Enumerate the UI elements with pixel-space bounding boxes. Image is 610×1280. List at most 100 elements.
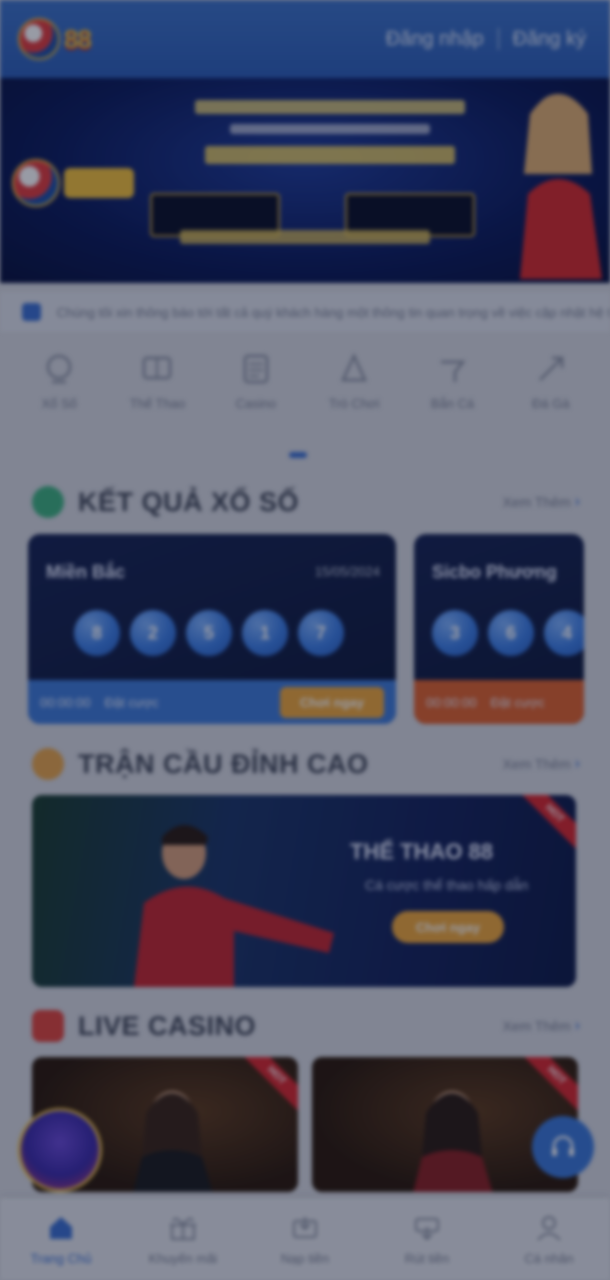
casino-card[interactable]: HOT bbox=[312, 1057, 578, 1192]
banner-title bbox=[205, 146, 455, 164]
register-button[interactable]: Đăng ký bbox=[513, 28, 586, 51]
quick-item-label: Casino bbox=[235, 396, 277, 411]
nav-label: Trang Chủ bbox=[30, 1250, 92, 1266]
site-logo[interactable]: 88 bbox=[18, 18, 92, 60]
deposit-icon bbox=[293, 1216, 317, 1238]
top-header: 88 Đăng nhập Đăng ký bbox=[0, 0, 610, 78]
lottery-ball: 2 bbox=[130, 610, 176, 656]
nav-label: Khuyến mãi bbox=[148, 1250, 218, 1266]
logo-ball-icon bbox=[18, 18, 60, 60]
auth-divider bbox=[497, 28, 499, 50]
section-title: LIVE CASINO bbox=[78, 1010, 257, 1041]
live-casino-icon bbox=[32, 1010, 64, 1042]
casino-see-more-link[interactable]: Xem Thêm › bbox=[502, 1017, 580, 1035]
lottery-name: Sicbo Phương bbox=[432, 562, 557, 582]
fish-icon bbox=[441, 360, 467, 382]
floating-promo-button[interactable] bbox=[18, 1108, 102, 1192]
banner-caption bbox=[180, 230, 430, 244]
lottery-icon bbox=[46, 354, 72, 384]
quick-item-fish[interactable]: Bắn Cá bbox=[407, 352, 497, 432]
casino-section-header: LIVE CASINO Xem Thêm › bbox=[32, 1006, 580, 1046]
bottom-navigation: Trang Chủ Khuyến mãi Nạp tiền Rút tiền C… bbox=[0, 1198, 610, 1280]
cock-icon bbox=[538, 356, 564, 381]
quick-item-lottery[interactable]: Xổ Số bbox=[14, 352, 104, 432]
lottery-name: Miền Bắc bbox=[46, 562, 126, 582]
sports-play-button[interactable]: Chơi ngay bbox=[392, 911, 504, 943]
sports-banner[interactable]: THỂ THAO 88 Cá cược thể thao hấp dẫn Chơ… bbox=[32, 795, 576, 987]
banner-logo-mark bbox=[64, 168, 134, 198]
lottery-bet-label: Đặt cược bbox=[104, 694, 159, 710]
game-icon bbox=[341, 352, 368, 382]
lottery-date: 15/05/2024 bbox=[314, 564, 380, 579]
quick-item-cock[interactable]: Đá Gà bbox=[506, 352, 596, 432]
lottery-ball: 7 bbox=[298, 610, 344, 656]
lottery-ball: 8 bbox=[74, 610, 120, 656]
chevron-right-icon: › bbox=[574, 493, 580, 510]
page: 88 Đăng nhập Đăng ký Chúng tôi xin thông… bbox=[0, 0, 610, 1280]
chevron-right-icon: › bbox=[574, 1017, 580, 1034]
hot-ribbon: HOT bbox=[521, 1057, 578, 1111]
lottery-card-footer: 00:00:00 Đặt cược bbox=[414, 680, 584, 724]
lottery-ball: 3 bbox=[432, 610, 478, 656]
chevron-right-icon: › bbox=[574, 755, 580, 772]
quick-item-label: Bắn Cá bbox=[430, 396, 475, 411]
quick-item-label: Đá Gà bbox=[532, 396, 570, 411]
quick-item-sport[interactable]: Thể Thao bbox=[112, 352, 202, 432]
see-more-label: Xem Thêm bbox=[502, 756, 571, 772]
support-chat-button[interactable] bbox=[532, 1116, 594, 1178]
hot-ribbon: HOT bbox=[241, 1057, 298, 1111]
lottery-ball: 4 bbox=[544, 610, 584, 656]
see-more-label: Xem Thêm bbox=[502, 494, 571, 510]
lottery-play-button[interactable]: Chơi ngay bbox=[279, 686, 384, 718]
nav-item-promotions[interactable]: Khuyến mãi bbox=[128, 1213, 238, 1266]
speaker-icon bbox=[22, 303, 41, 321]
nav-item-account[interactable]: Cá nhân bbox=[494, 1213, 604, 1266]
trophy-icon bbox=[32, 748, 64, 780]
logo-text: 88 bbox=[64, 23, 92, 54]
banner-subline bbox=[230, 124, 430, 134]
notice-text: Chúng tôi xin thông báo tới tất cả quý k… bbox=[56, 304, 610, 320]
quick-item-casino[interactable]: Casino bbox=[211, 352, 301, 432]
quick-item-label: Thể Thao bbox=[129, 396, 186, 411]
lottery-ball: 5 bbox=[186, 610, 232, 656]
lottery-card-footer: 00:00:00 Đặt cược Chơi ngay bbox=[28, 680, 396, 724]
dealer-image bbox=[133, 1091, 213, 1192]
quick-item-label: Trò Chơi bbox=[328, 396, 380, 411]
lottery-countdown: 00:00:00 bbox=[426, 694, 477, 710]
home-icon bbox=[50, 1216, 72, 1239]
nav-item-withdraw[interactable]: Rút tiền bbox=[372, 1213, 482, 1266]
promo-banner[interactable] bbox=[0, 78, 610, 283]
quick-menu: Xổ Số Thể Thao Casino Trò Chơi Bắn Cá Đá… bbox=[0, 352, 610, 432]
nav-item-home[interactable]: Trang Chủ bbox=[6, 1213, 116, 1266]
casino-icon bbox=[243, 354, 269, 384]
lottery-see-more-link[interactable]: Xem Thêm › bbox=[502, 493, 580, 511]
lottery-card[interactable]: Sicbo Phương 3 6 4 00:00:00 Đặt cược bbox=[414, 534, 584, 724]
quick-item-label: Xổ Số bbox=[41, 396, 77, 411]
section-title: KẾT QUẢ XỔ SỐ bbox=[78, 486, 300, 517]
lottery-section-header: KẾT QUẢ XỔ SỐ Xem Thêm › bbox=[32, 482, 580, 522]
lottery-countdown: 00:00:00 bbox=[40, 694, 91, 710]
quick-menu-pager bbox=[289, 452, 307, 458]
quick-item-game[interactable]: Trò Chơi bbox=[309, 352, 399, 432]
see-more-label: Xem Thêm bbox=[502, 1018, 571, 1034]
withdraw-icon bbox=[415, 1217, 439, 1240]
banner-logo bbox=[12, 148, 142, 218]
notice-marquee[interactable]: Chúng tôi xin thông báo tới tất cả quý k… bbox=[0, 292, 610, 332]
sports-section-header: TRẬN CẦU ĐỈNH CAO Xem Thêm › bbox=[32, 744, 580, 784]
sports-see-more-link[interactable]: Xem Thêm › bbox=[502, 755, 580, 773]
gift-icon bbox=[170, 1217, 196, 1240]
sports-banner-title: THỂ THAO 88 bbox=[350, 839, 494, 864]
lottery-card[interactable]: Miền Bắc 15/05/2024 8 2 5 1 7 00:00:00 Đ… bbox=[28, 534, 396, 724]
lottery-ball: 1 bbox=[242, 610, 288, 656]
sport-icon bbox=[143, 356, 172, 380]
banner-logo-icon bbox=[12, 159, 60, 207]
login-button[interactable]: Đăng nhập bbox=[386, 28, 484, 51]
lottery-balls: 8 2 5 1 7 bbox=[74, 610, 344, 656]
football-player-image bbox=[134, 825, 334, 987]
sports-banner-subtitle: Cá cược thể thao hấp dẫn bbox=[365, 877, 529, 893]
nav-label: Rút tiền bbox=[404, 1250, 450, 1266]
nav-item-deposit[interactable]: Nạp tiền bbox=[250, 1213, 360, 1266]
nav-label: Cá nhân bbox=[524, 1250, 574, 1266]
dealer-image bbox=[413, 1091, 493, 1192]
lottery-balls: 3 6 4 bbox=[432, 610, 584, 656]
